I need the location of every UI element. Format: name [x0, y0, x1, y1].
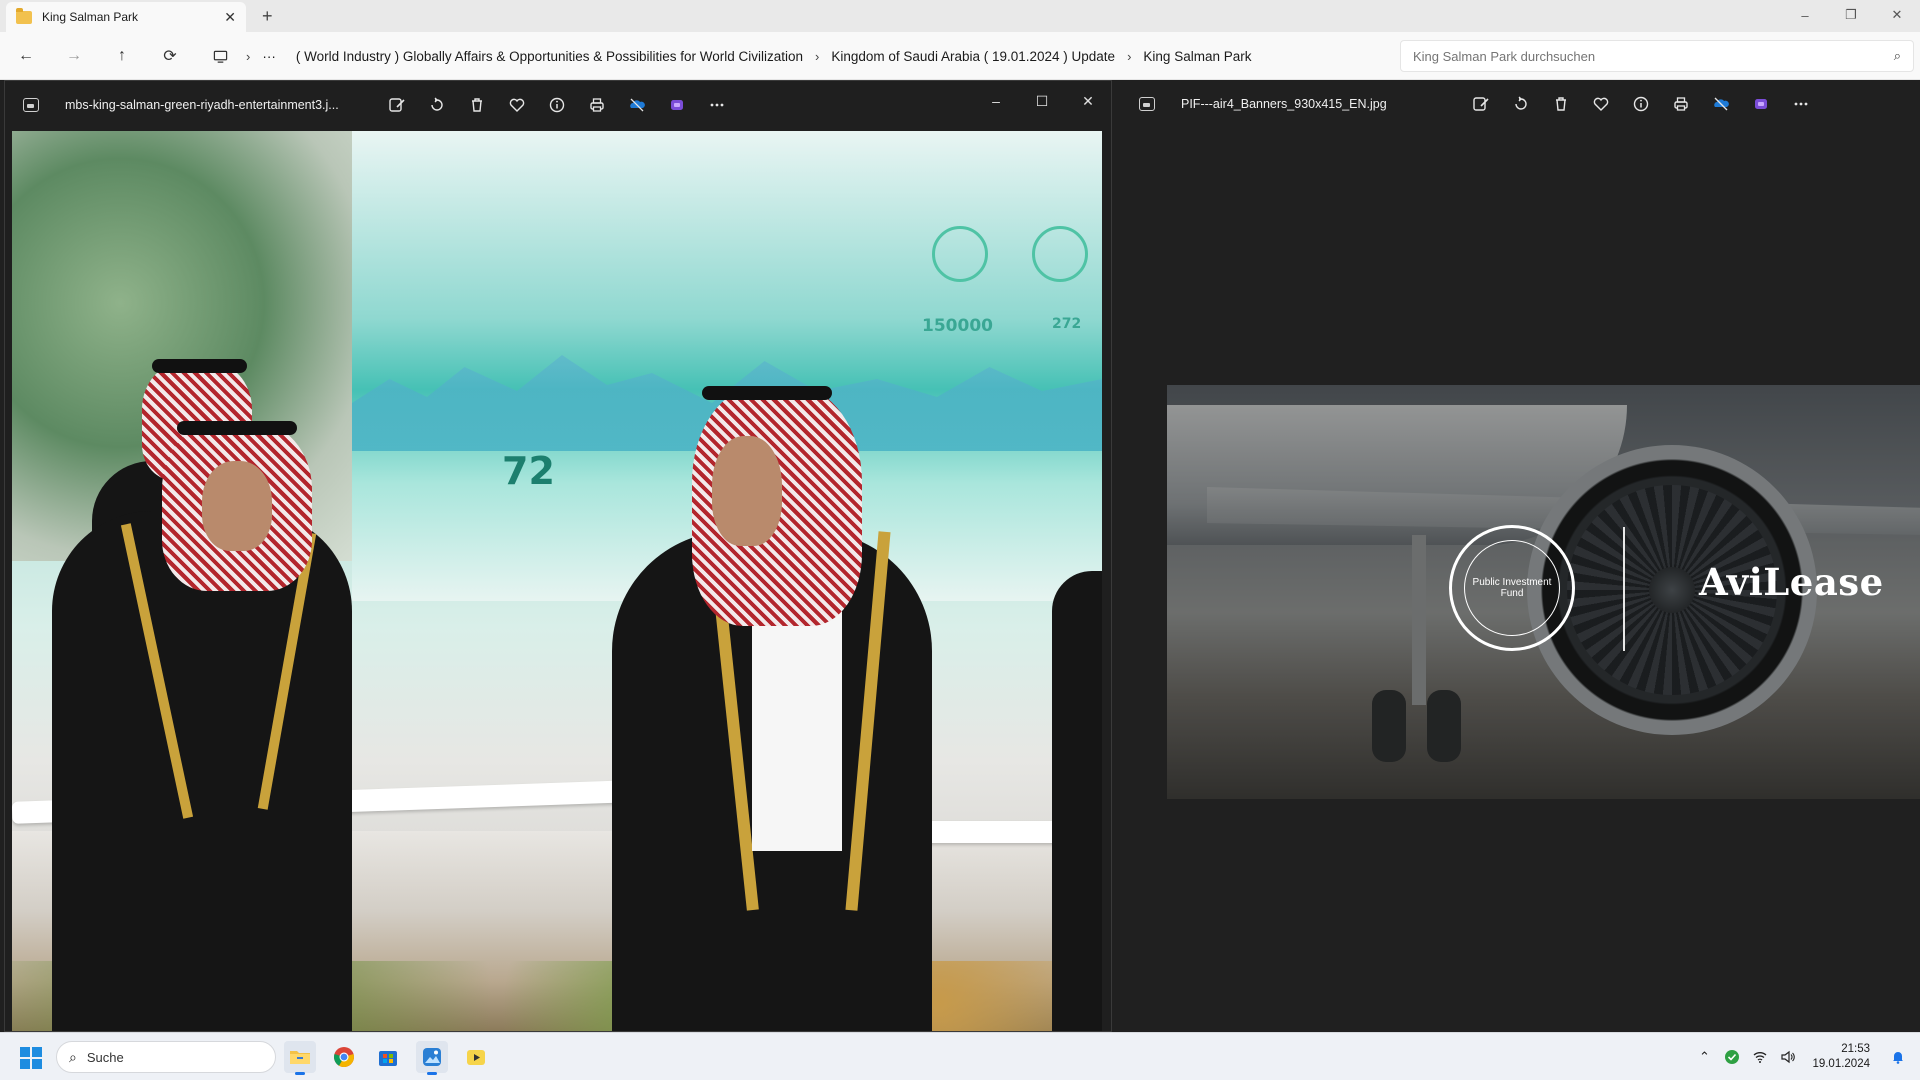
rotate-icon[interactable]: [417, 89, 457, 121]
search-input[interactable]: [1413, 48, 1894, 64]
windows-start-button[interactable]: [20, 1047, 42, 1069]
security-icon[interactable]: [1718, 1049, 1746, 1065]
clipchamp-icon[interactable]: [1741, 88, 1781, 120]
tab-king-salman-park[interactable]: King Salman Park ✕: [6, 2, 246, 32]
pif-seal-text: Public Investment Fund: [1464, 540, 1560, 636]
chevron-up-icon[interactable]: ⌃: [1690, 1049, 1718, 1065]
file-name: PIF---air4_Banners_930x415_EN.jpg: [1181, 97, 1387, 111]
taskbar-search-label: Suche: [86, 1049, 124, 1065]
face: [202, 461, 272, 551]
player-icon[interactable]: [460, 1041, 492, 1073]
photo-avilease-banner: Public Investment Fund AviLease: [1167, 385, 1920, 799]
edit-icon[interactable]: [1461, 88, 1501, 120]
clock[interactable]: 21:53 19.01.2024: [1812, 1042, 1870, 1072]
taskbar: ⌕ Suche ⌃ 21:53 19.01.2024: [0, 1032, 1920, 1080]
photos-app-icon: [23, 98, 39, 112]
minimize-button[interactable]: –: [973, 81, 1019, 121]
chevron-right-icon: ›: [815, 48, 820, 64]
breadcrumb-item-saudi-arabia[interactable]: Kingdom of Saudi Arabia ( 19.01.2024 ) U…: [821, 49, 1125, 64]
search-icon[interactable]: ⌕: [1894, 48, 1901, 64]
close-button[interactable]: ✕: [1065, 81, 1111, 121]
clipchamp-icon[interactable]: [657, 89, 697, 121]
onedrive-icon[interactable]: [617, 89, 657, 121]
file-explorer-icon[interactable]: [284, 1041, 316, 1075]
more-icon[interactable]: [1781, 88, 1821, 120]
maximize-button[interactable]: ☐: [1019, 81, 1065, 121]
edit-icon[interactable]: [377, 89, 417, 121]
breadcrumb-more[interactable]: ···: [252, 49, 286, 64]
viewer-toolbar: mbs-king-salman-green-riyadh-entertainme…: [5, 81, 1111, 129]
minimize-button[interactable]: –: [1782, 0, 1828, 30]
tab-close-icon[interactable]: ✕: [224, 9, 236, 26]
start-tile: [32, 1059, 42, 1069]
favorite-icon[interactable]: [497, 89, 537, 121]
breadcrumb: › ··· ( World Industry ) Globally Affair…: [244, 44, 1261, 68]
wifi-icon[interactable]: [1746, 1049, 1774, 1065]
avilease-logo: AviLease: [1699, 560, 1884, 604]
info-icon[interactable]: [1621, 88, 1661, 120]
agal: [177, 421, 297, 435]
clock-date: 19.01.2024: [1812, 1058, 1870, 1070]
photo-viewer-left: mbs-king-salman-green-riyadh-entertainme…: [4, 80, 1112, 1032]
more-icon[interactable]: [697, 89, 737, 121]
area-stat-icon: [1032, 226, 1088, 282]
delete-icon[interactable]: [1541, 88, 1581, 120]
viewer-tools: [377, 81, 737, 129]
back-button[interactable]: ←: [14, 44, 38, 68]
address-bar: ← → ↑ ⟳ › ··· ( World Industry ) Globall…: [0, 32, 1920, 80]
pif-logo: Public Investment Fund: [1449, 525, 1575, 651]
print-icon[interactable]: [577, 89, 617, 121]
start-tile: [32, 1047, 42, 1057]
face: [712, 436, 782, 546]
stat-72: 72: [502, 449, 555, 493]
onedrive-icon[interactable]: [1701, 88, 1741, 120]
photos-app-icon: [1139, 97, 1155, 111]
viewer-tools: [1461, 80, 1821, 128]
chevron-right-icon: ›: [1127, 48, 1132, 64]
new-tab-button[interactable]: +: [262, 6, 273, 27]
tree-stat-icon: [932, 226, 988, 282]
up-button[interactable]: ↑: [110, 44, 134, 68]
agal: [702, 386, 832, 400]
system-tray: ⌃ 21:53 19.01.2024: [1690, 1033, 1920, 1080]
photo-viewer-right: PIF---air4_Banners_930x415_EN.jpg Public…: [1121, 80, 1920, 1032]
start-tile: [20, 1047, 30, 1057]
person-edge-right: [1052, 571, 1102, 1031]
search-icon: ⌕: [69, 1048, 77, 1065]
explorer-tabbar: King Salman Park ✕ + – ❐ ✕: [0, 0, 1920, 32]
viewer-toolbar: PIF---air4_Banners_930x415_EN.jpg: [1121, 80, 1920, 128]
breadcrumb-item-king-salman-park[interactable]: King Salman Park: [1133, 49, 1261, 64]
file-name: mbs-king-salman-green-riyadh-entertainme…: [65, 98, 339, 112]
info-icon[interactable]: [537, 89, 577, 121]
volume-icon[interactable]: [1774, 1049, 1802, 1065]
stat-272: 272: [1052, 316, 1082, 332]
delete-icon[interactable]: [457, 89, 497, 121]
clock-time: 21:53: [1841, 1043, 1870, 1055]
viewer-window-controls: – ☐ ✕: [973, 81, 1111, 121]
photo-king-salman-park-model: 150000 272 72: [12, 131, 1102, 1031]
maximize-button[interactable]: ❐: [1828, 0, 1874, 30]
folder-icon: [16, 7, 32, 24]
breadcrumb-item-world-industry[interactable]: ( World Industry ) Globally Affairs & Op…: [286, 49, 813, 64]
favorite-icon[interactable]: [1581, 88, 1621, 120]
print-icon[interactable]: [1661, 88, 1701, 120]
photos-icon[interactable]: [416, 1041, 448, 1075]
explorer-window-controls: – ❐ ✕: [1782, 0, 1920, 32]
agal: [152, 359, 247, 373]
forward-button[interactable]: →: [62, 44, 86, 68]
monitor-icon[interactable]: [208, 44, 232, 68]
search-box: ⌕: [1400, 40, 1914, 72]
logo-divider: [1623, 527, 1625, 651]
chevron-right-icon: ›: [246, 48, 251, 64]
notification-bell-icon[interactable]: [1884, 1049, 1912, 1065]
stat-150000: 150000: [922, 316, 993, 336]
start-tile: [20, 1059, 30, 1069]
rotate-icon[interactable]: [1501, 88, 1541, 120]
refresh-button[interactable]: ⟳: [158, 44, 182, 68]
taskbar-search[interactable]: ⌕ Suche: [56, 1041, 276, 1073]
tab-title: King Salman Park: [42, 10, 139, 24]
close-button[interactable]: ✕: [1874, 0, 1920, 30]
microsoft-store-icon[interactable]: [372, 1041, 404, 1073]
chrome-icon[interactable]: [328, 1041, 360, 1073]
